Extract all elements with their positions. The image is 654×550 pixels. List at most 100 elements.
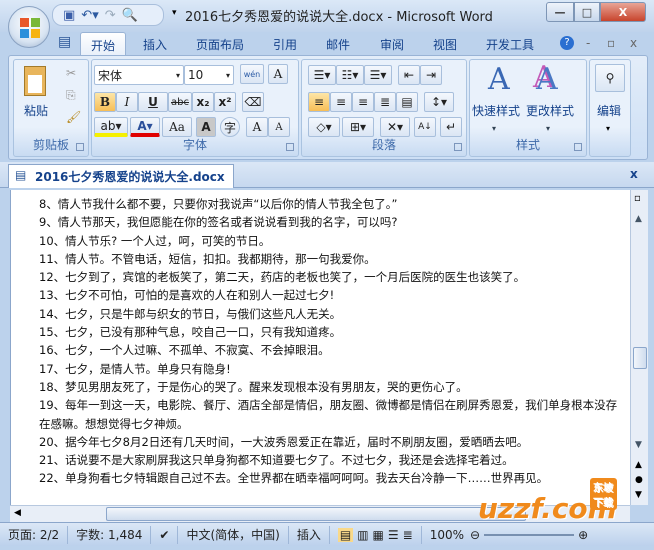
tab-mailings[interactable]: 邮件 <box>326 36 350 53</box>
change-styles-button[interactable]: 更改样式 <box>526 102 574 119</box>
redo-icon[interactable]: ↷ <box>105 8 116 23</box>
undo-icon[interactable]: ↶▾ <box>81 8 98 23</box>
font-name-select[interactable]: 宋体 ▾ <box>94 65 184 85</box>
help-icon[interactable]: ? <box>560 36 574 50</box>
full-screen-reading-icon[interactable]: ▥ <box>357 528 368 542</box>
scroll-down-icon[interactable]: ▼ <box>635 440 642 450</box>
office-button[interactable] <box>8 6 50 48</box>
minimize-button[interactable]: — <box>546 2 574 22</box>
superscript-button[interactable]: x² <box>214 92 236 112</box>
dialog-launcher-icon[interactable] <box>286 143 294 151</box>
change-styles-icon[interactable]: A <box>536 62 558 97</box>
underline-button[interactable]: U <box>138 92 168 112</box>
tab-page-layout[interactable]: 页面布局 <box>196 36 244 53</box>
print-preview-icon[interactable]: 🔍 <box>122 8 138 23</box>
h-scroll-thumb[interactable] <box>106 507 526 521</box>
next-page-icon[interactable]: ▼ <box>635 490 642 500</box>
vertical-scrollbar[interactable]: ▫ ▲ ▼ ▲ ● ▼ <box>630 190 648 505</box>
language[interactable]: 中文(简体，中国) <box>178 525 289 544</box>
align-center-button[interactable]: ≡ <box>330 92 352 112</box>
sort-button[interactable]: A↓ <box>414 117 436 137</box>
web-layout-icon[interactable]: ▦ <box>373 528 384 542</box>
copy-icon[interactable]: ⎘ <box>66 88 76 103</box>
align-left-button[interactable]: ≡ <box>308 92 330 112</box>
zoom-out-icon[interactable]: ⊖ <box>470 528 480 542</box>
document-page[interactable]: 8、情人节我什么都不要，只要你对我说声“以后你的情人节我全包了。” 9、情人节那天… <box>10 190 630 505</box>
close-document-icon[interactable]: x <box>630 167 638 181</box>
font-color-button[interactable]: A▾ <box>130 117 160 137</box>
format-painter-icon[interactable]: 🖌 <box>66 110 81 124</box>
zoom-in-icon[interactable]: ⊕ <box>578 528 588 542</box>
insert-mode[interactable]: 插入 <box>289 525 330 544</box>
char-shading-button[interactable]: A <box>196 117 216 137</box>
ribbon-close-icon[interactable]: x <box>630 36 637 50</box>
decrease-indent-button[interactable]: ⇤ <box>398 65 420 85</box>
char-border-button[interactable]: A <box>268 64 288 84</box>
tab-view[interactable]: 视图 <box>433 36 457 53</box>
scroll-thumb[interactable] <box>633 347 647 369</box>
show-marks-button[interactable]: ↵ <box>440 117 462 137</box>
zoom-level[interactable]: 100% <box>422 528 464 542</box>
italic-button[interactable]: I <box>116 92 138 112</box>
paste-button[interactable]: 粘贴 <box>24 102 48 119</box>
customize-qat-icon[interactable]: ▾ <box>172 8 177 18</box>
bullets-button[interactable]: ☰▾ <box>308 65 336 85</box>
subscript-button[interactable]: x₂ <box>192 92 214 112</box>
bold-button[interactable]: B <box>94 92 116 112</box>
ribbon-minimize-icon[interactable]: - <box>586 36 590 50</box>
tab-insert[interactable]: 插入 <box>143 36 167 53</box>
editing-button[interactable]: 编辑 <box>597 102 621 119</box>
document-line: 18、梦见男朋友死了，于是伤心的哭了。醒来发现根本没有男朋友，哭的更伤心了。 <box>39 379 468 394</box>
quick-styles-icon[interactable]: A <box>488 62 510 97</box>
enclose-char-button[interactable]: 字 <box>220 117 240 137</box>
tab-developer[interactable]: 开发工具 <box>486 36 534 53</box>
align-right-button[interactable]: ≡ <box>352 92 374 112</box>
page-count[interactable]: 页面: 2/2 <box>0 525 69 544</box>
zoom-slider[interactable] <box>484 533 575 536</box>
document-text[interactable]: 8、情人节我什么都不要，只要你对我说声“以后你的情人节我全包了。” 9、情人节那天… <box>39 195 629 488</box>
select-browse-object-icon[interactable]: ● <box>635 475 643 485</box>
find-binoculars-icon[interactable]: ⚲ <box>595 64 625 92</box>
dropdown-icon: ▾ <box>175 70 180 80</box>
cut-icon[interactable]: ✂ <box>66 66 76 80</box>
word-count[interactable]: 字数: 1,484 <box>68 525 152 544</box>
ruler-toggle-icon[interactable]: ▫ <box>634 193 641 204</box>
proofing-icon[interactable]: ✔ <box>151 525 179 544</box>
line-spacing-button[interactable]: ↕▾ <box>424 92 454 112</box>
tab-review[interactable]: 审阅 <box>380 36 404 53</box>
print-layout-icon[interactable]: ▤ <box>337 527 354 542</box>
paste-icon[interactable] <box>24 66 46 96</box>
shrink-font-button[interactable]: A <box>268 117 290 137</box>
scroll-left-icon[interactable]: ◀ <box>14 508 21 518</box>
font-size-select[interactable]: 10 ▾ <box>184 65 234 85</box>
shading-button[interactable]: ◇▾ <box>308 117 340 137</box>
scroll-up-icon[interactable]: ▲ <box>635 214 642 224</box>
multilevel-list-button[interactable]: ☰▾ <box>364 65 392 85</box>
highlight-color-button[interactable]: ab▾ <box>94 117 128 137</box>
grow-font-button[interactable]: A <box>246 117 268 137</box>
justify-button[interactable]: ≣ <box>374 92 396 112</box>
editing-group: ⚲ 编辑 ▾ <box>589 59 631 157</box>
previous-page-icon[interactable]: ▲ <box>635 460 642 470</box>
save-icon[interactable]: ▣ <box>63 8 75 23</box>
outline-icon[interactable]: ☰ <box>388 528 399 542</box>
strikethrough-button[interactable]: abc <box>168 92 192 112</box>
draft-icon[interactable]: ≣ <box>403 528 413 542</box>
dialog-launcher-icon[interactable] <box>454 143 462 151</box>
document-tab[interactable]: ▤ 2016七夕秀恩爱的说说大全.docx <box>8 164 234 188</box>
asian-layout-button[interactable]: ✕▾ <box>380 117 410 137</box>
dialog-launcher-icon[interactable] <box>76 143 84 151</box>
change-case-button[interactable]: Aa <box>162 117 192 137</box>
maximize-button[interactable]: □ <box>574 2 600 22</box>
borders-button[interactable]: ⊞▾ <box>342 117 374 137</box>
increase-indent-button[interactable]: ⇥ <box>420 65 442 85</box>
close-button[interactable]: X <box>600 2 646 22</box>
numbering-button[interactable]: ☷▾ <box>336 65 364 85</box>
ribbon-restore-icon[interactable]: ▫ <box>607 36 615 50</box>
tab-references[interactable]: 引用 <box>273 36 297 53</box>
phonetic-guide-button[interactable]: wén <box>240 64 264 84</box>
quick-styles-button[interactable]: 快速样式 <box>472 102 520 119</box>
dialog-launcher-icon[interactable] <box>574 143 582 151</box>
distributed-button[interactable]: ▤ <box>396 92 418 112</box>
clear-formatting-icon[interactable]: ⌫ <box>242 92 264 112</box>
